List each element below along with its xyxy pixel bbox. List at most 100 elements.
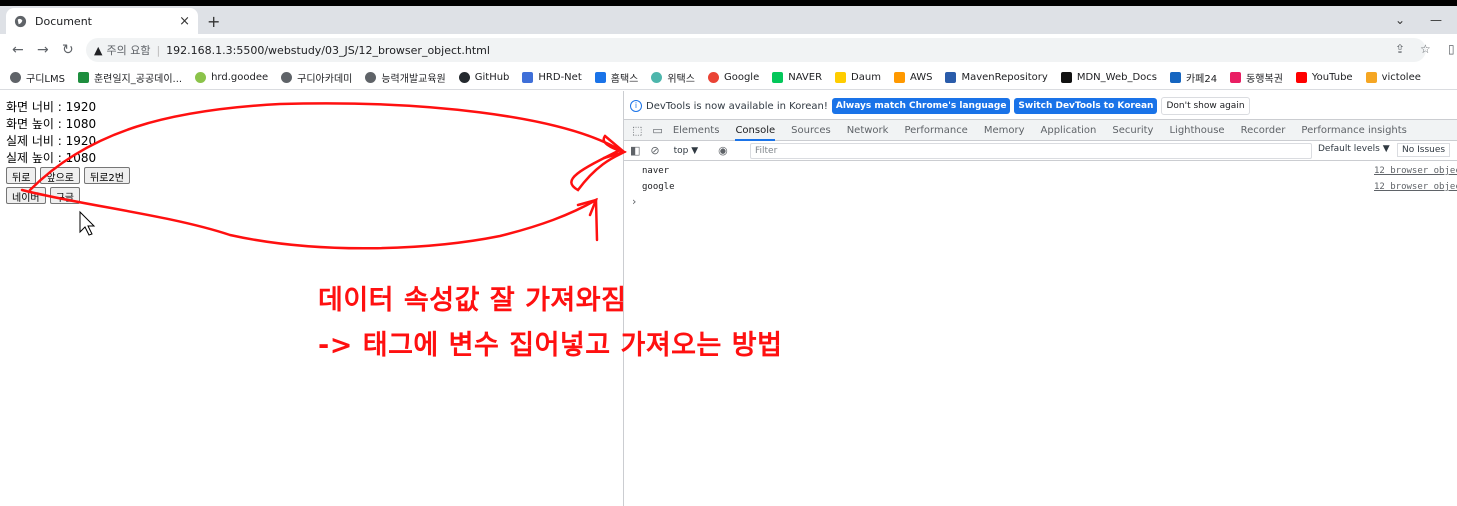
daum-icon	[835, 72, 847, 83]
tab-sources[interactable]: Sources	[791, 125, 831, 136]
bookmark-item[interactable]: 동행복권	[1230, 70, 1283, 85]
victolee-icon	[1365, 72, 1377, 83]
real-height-text: 실제 높이 : 1080	[6, 151, 97, 165]
minimize-icon[interactable]: —	[1430, 13, 1442, 27]
bookmark-item[interactable]: 훈련일지_공공데이...	[77, 70, 182, 85]
devtools-tabs: ⬚ ▭ Elements Console Sources Network Per…	[624, 119, 1457, 141]
share-icon[interactable]: ⇪	[1395, 42, 1405, 56]
console-log-google: google	[642, 182, 675, 192]
warning-icon[interactable]: ▲	[94, 44, 102, 57]
filter-input[interactable]: Filter	[750, 143, 1312, 159]
bookmark-item[interactable]: 홈택스	[594, 70, 638, 85]
bookmark-item[interactable]: Google	[707, 72, 759, 83]
tab-performance[interactable]: Performance	[904, 125, 967, 136]
tab-application[interactable]: Application	[1041, 125, 1097, 136]
back-button[interactable]: 뒤로	[6, 167, 37, 184]
cafe24-icon	[1169, 72, 1181, 83]
inspect-icon[interactable]: ⬚	[632, 124, 642, 137]
hometax-icon	[594, 72, 606, 83]
forward-arrow-icon[interactable]: →	[37, 42, 49, 58]
bookmark-item[interactable]: Daum	[835, 72, 881, 83]
tab-bar: Document × + ⌄ —	[0, 6, 1457, 34]
globe-icon	[365, 72, 377, 83]
tab-lighthouse[interactable]: Lighthouse	[1169, 125, 1224, 136]
maven-icon	[945, 72, 957, 83]
globe-icon	[14, 15, 27, 27]
tab-title: Document	[35, 14, 92, 28]
side-panel-icon[interactable]: ▯	[1448, 42, 1455, 56]
tab-console[interactable]: Console	[735, 125, 776, 141]
plus-icon	[77, 72, 89, 83]
globe-icon	[10, 72, 21, 83]
bookmark-star-icon[interactable]: ☆	[1420, 42, 1431, 56]
real-width-text: 실제 너비 : 1920	[6, 134, 97, 148]
address-separator: |	[156, 43, 161, 57]
google-icon	[707, 72, 719, 83]
bookmark-item[interactable]: victolee	[1365, 72, 1421, 83]
youtube-icon	[1295, 72, 1307, 83]
aws-icon	[893, 72, 905, 83]
log-source-link[interactable]: 12_browser_objec	[1374, 166, 1457, 176]
bookmark-item[interactable]: hrd.goodee	[195, 72, 268, 83]
reload-icon[interactable]: ↻	[62, 42, 74, 58]
eye-icon[interactable]: ◉	[718, 144, 728, 157]
devtools-panel: i DevTools is now available in Korean! A…	[623, 91, 1457, 506]
naver-button[interactable]: 네이버	[6, 187, 46, 204]
match-language-button[interactable]: Always match Chrome's language	[831, 98, 1011, 114]
tab-network[interactable]: Network	[847, 125, 889, 136]
bookmarks-bar: 구디LMS 훈련일지_공공데이... hrd.goodee 구디아카데미 능력개…	[0, 66, 1457, 90]
github-icon	[458, 72, 470, 83]
bookmark-item[interactable]: MDN_Web_Docs	[1060, 72, 1157, 83]
bookmark-item[interactable]: YouTube	[1295, 72, 1353, 83]
mdn-icon	[1060, 72, 1072, 83]
back-arrow-icon[interactable]: ←	[12, 42, 24, 58]
tab-recorder[interactable]: Recorder	[1241, 125, 1286, 136]
switch-korean-button[interactable]: Switch DevTools to Korean	[1014, 98, 1158, 114]
bookmark-item[interactable]: 구디아카데미	[281, 70, 352, 85]
annotation-line-2: -> 태그에 변수 집어넣고 가져오는 방법	[318, 330, 783, 361]
tab-search-chevron-icon[interactable]: ⌄	[1395, 13, 1405, 27]
tab-elements[interactable]: Elements	[673, 125, 720, 136]
tab-document[interactable]: Document ×	[6, 8, 198, 34]
security-label[interactable]: 주의 요함	[106, 42, 150, 58]
wetax-icon	[651, 72, 663, 83]
clear-console-icon[interactable]: ⊘	[650, 144, 659, 157]
bookmark-item[interactable]: AWS	[893, 72, 932, 83]
bookmark-item[interactable]: MavenRepository	[945, 72, 1048, 83]
console-toolbar: ◧ ⊘ top ▼ ◉ Filter Default levels ▼ No I…	[624, 141, 1457, 161]
new-tab-button[interactable]: +	[207, 12, 220, 31]
bookmark-item[interactable]: 능력개발교육원	[365, 70, 446, 85]
tab-security[interactable]: Security	[1112, 125, 1153, 136]
sidebar-toggle-icon[interactable]: ◧	[630, 144, 640, 157]
bookmark-item[interactable]: 구디LMS	[10, 70, 65, 85]
info-icon: i	[630, 100, 642, 112]
bookmark-item[interactable]: NAVER	[772, 72, 822, 83]
leaf-icon	[195, 72, 207, 83]
console-prompt[interactable]: ›	[632, 195, 636, 208]
devtools-infobar: i DevTools is now available in Korean! A…	[624, 95, 1250, 117]
screen-height-text: 화면 높이 : 1080	[6, 117, 97, 131]
log-levels-dropdown[interactable]: Default levels ▼	[1318, 144, 1390, 154]
issues-button[interactable]: No Issues	[1397, 143, 1451, 157]
bookmark-item[interactable]: 위택스	[651, 70, 695, 85]
close-tab-icon[interactable]: ×	[179, 14, 190, 29]
back-two-button[interactable]: 뒤로2번	[84, 167, 130, 184]
device-toolbar-icon[interactable]: ▭	[652, 124, 662, 137]
tab-memory[interactable]: Memory	[984, 125, 1025, 136]
address-bar-row: ← → ↻ ▲ 주의 요함 | 192.168.1.3:5500/webstud…	[0, 34, 1457, 66]
forward-button[interactable]: 앞으로	[40, 167, 81, 184]
screen-width-text: 화면 너비 : 1920	[6, 100, 97, 114]
lottery-icon	[1230, 72, 1242, 83]
dont-show-button[interactable]: Don't show again	[1161, 97, 1250, 115]
naver-icon	[772, 72, 784, 83]
tab-performance-insights[interactable]: Performance insights	[1301, 125, 1406, 136]
url-text[interactable]: 192.168.1.3:5500/webstudy/03_JS/12_brows…	[166, 44, 490, 57]
log-source-link[interactable]: 12_browser_objec	[1374, 182, 1457, 192]
bookmark-item[interactable]: GitHub	[458, 72, 509, 83]
bookmark-item[interactable]: HRD-Net	[522, 72, 582, 83]
address-bar[interactable]: ▲ 주의 요함 | 192.168.1.3:5500/webstudy/03_J…	[86, 38, 1426, 62]
google-button[interactable]: 구글	[49, 187, 81, 204]
console-log-naver: naver	[642, 166, 670, 176]
context-selector[interactable]: top ▼	[674, 146, 699, 156]
bookmark-item[interactable]: 카페24	[1169, 70, 1217, 85]
